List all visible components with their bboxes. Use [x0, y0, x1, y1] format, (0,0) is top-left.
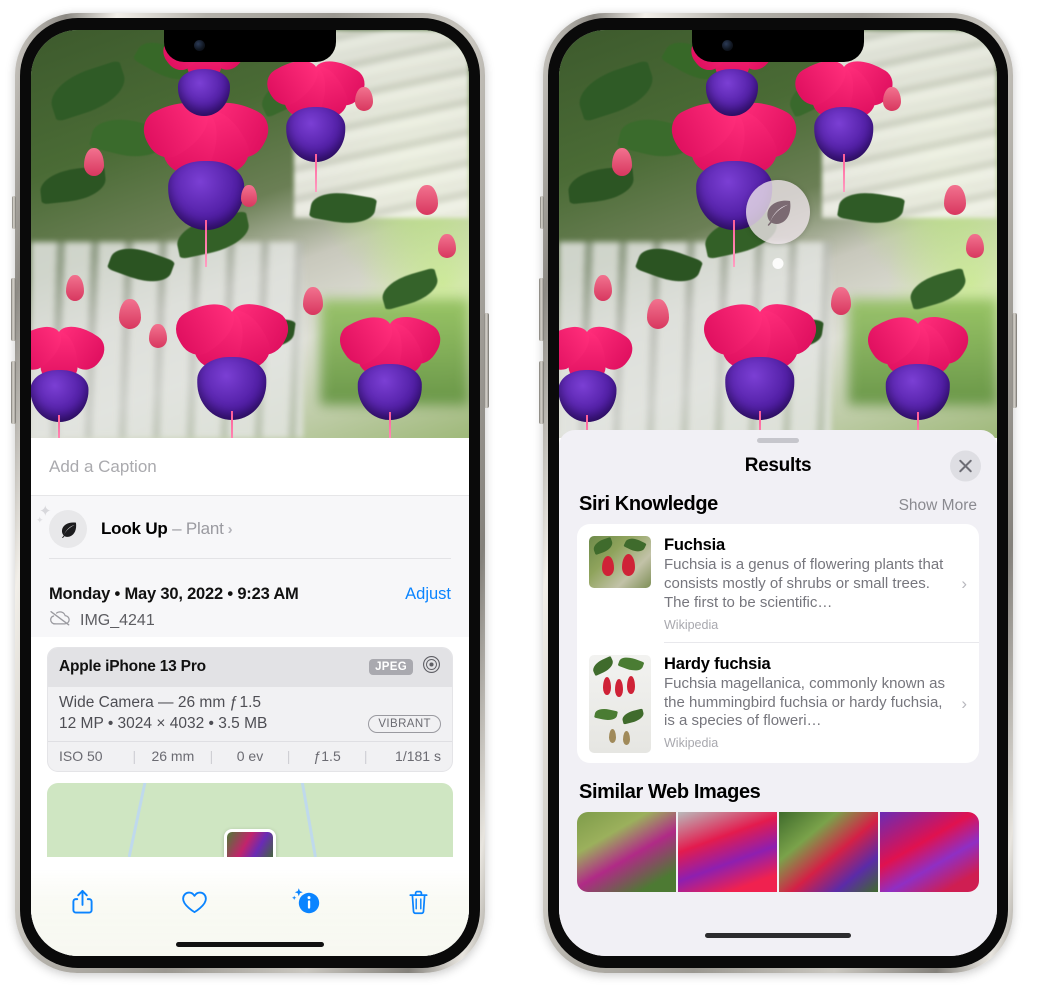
web-image-2[interactable] [678, 811, 777, 892]
share-button[interactable] [59, 882, 105, 922]
results-header: Results [559, 443, 997, 489]
power-button[interactable] [1012, 313, 1017, 408]
exif-shutter-speed: 1/181 s [395, 748, 441, 764]
results-title: Results [744, 455, 812, 476]
look-up-subject: Plant [185, 519, 224, 538]
photo-viewer[interactable] [559, 30, 997, 438]
siri-knowledge-header: Siri Knowledge Show More [559, 489, 997, 524]
photo-metadata: Monday • May 30, 2022 • 9:23 AM Adjust I… [31, 573, 469, 637]
web-image-1[interactable] [577, 811, 676, 892]
section-title: Siri Knowledge [579, 493, 718, 515]
pin-thumbnail [227, 832, 273, 857]
front-camera-icon [722, 40, 733, 51]
web-image-4[interactable] [880, 811, 979, 892]
photo-filename: IMG_4241 [80, 611, 155, 629]
notch [692, 30, 864, 62]
volume-down-button[interactable] [11, 361, 16, 424]
screenshot-canvas: Add a Caption ✦ ✦ Look Up – Plant › Mond… [0, 0, 1055, 985]
info-button[interactable] [283, 882, 329, 922]
look-up-band: ✦ ✦ Look Up – Plant › [31, 496, 469, 573]
delete-button[interactable] [395, 882, 441, 922]
chevron-right-icon: › [961, 693, 967, 713]
camera-lens-line: Wide Camera — 26 mm ƒ 1.5 [59, 694, 261, 711]
photo-date: Monday • May 30, 2022 • 9:23 AM [49, 585, 299, 603]
left-phone-screen: Add a Caption ✦ ✦ Look Up – Plant › Mond… [31, 30, 469, 956]
entity-description: Fuchsia magellanica, commonly known as t… [664, 674, 945, 730]
aperture-icon [422, 655, 441, 679]
camera-model: Apple iPhone 13 Pro [59, 658, 206, 675]
notch [164, 30, 336, 62]
caption-input-row[interactable]: Add a Caption [31, 438, 469, 496]
cloud-slash-icon [49, 610, 71, 631]
chevron-right-icon: › [227, 521, 233, 538]
web-image-3[interactable] [779, 811, 878, 892]
volume-up-button[interactable] [539, 278, 544, 341]
exif-row: ISO 50 | 26 mm | 0 ev | ƒ1.5 | 1/181 s [48, 741, 452, 771]
camera-specs-line: 12 MP • 3024 × 4032 • 3.5 MB [59, 715, 268, 732]
volume-up-button[interactable] [11, 278, 16, 341]
divider [49, 558, 451, 559]
leaf-icon [49, 510, 87, 548]
entity-source: Wikipedia [664, 617, 719, 632]
look-up-label: Look Up – Plant › [101, 519, 233, 539]
left-phone-device: Add a Caption ✦ ✦ Look Up – Plant › Mond… [11, 13, 489, 973]
photographic-style-badge: VIBRANT [368, 715, 441, 733]
similar-web-images-strip[interactable] [577, 811, 979, 892]
results-sheet: Results Siri Knowledge Show More Fuchsia… [559, 430, 997, 956]
map-river [127, 783, 148, 857]
hardy-fuchsia-thumbnail [589, 654, 651, 753]
entity-name: Hardy fuchsia [664, 654, 771, 673]
silent-switch[interactable] [12, 196, 16, 229]
exif-aperture: ƒ1.5 [313, 748, 341, 764]
location-map-strip[interactable] [47, 783, 453, 857]
show-more-button[interactable]: Show More [899, 497, 977, 515]
exif-focal-length: 26 mm [151, 748, 195, 764]
adjust-button[interactable]: Adjust [405, 585, 451, 604]
front-camera-icon [194, 40, 205, 51]
exif-exposure-bias: 0 ev [236, 748, 264, 764]
format-badge: JPEG [369, 659, 413, 675]
sparkle-small-icon: ✦ [36, 515, 44, 525]
visual-lookup-leaf-badge[interactable] [746, 180, 810, 244]
camera-card-header: Apple iPhone 13 Pro JPEG [48, 648, 452, 687]
look-up-icon-group: ✦ ✦ [36, 504, 87, 548]
section-title: Similar Web Images [579, 780, 761, 803]
look-up-row[interactable]: ✦ ✦ Look Up – Plant › [36, 504, 451, 552]
camera-info-card[interactable]: Apple iPhone 13 Pro JPEG Wide Camera — 2… [47, 647, 453, 772]
camera-card-body: Wide Camera — 26 mm ƒ 1.5 12 MP • 3024 ×… [48, 687, 452, 741]
entity-name: Fuchsia [664, 536, 725, 554]
list-item[interactable]: Hardy fuchsia Fuchsia magellanica, commo… [577, 643, 979, 763]
list-item[interactable]: Fuchsia Fuchsia is a genus of flowering … [577, 524, 979, 642]
left-phone-bezel: Add a Caption ✦ ✦ Look Up – Plant › Mond… [20, 18, 480, 968]
favorite-button[interactable] [171, 882, 217, 922]
right-phone-screen: Results Siri Knowledge Show More Fuchsia… [559, 30, 997, 956]
photo-pin[interactable] [224, 829, 276, 857]
power-button[interactable] [484, 313, 489, 408]
photo-viewer[interactable] [31, 30, 469, 438]
volume-down-button[interactable] [539, 361, 544, 424]
fuchsia-thumbnail [589, 536, 651, 588]
silent-switch[interactable] [540, 196, 544, 229]
exif-iso: ISO 50 [59, 748, 103, 764]
home-indicator[interactable] [176, 942, 324, 947]
siri-knowledge-card: Fuchsia Fuchsia is a genus of flowering … [577, 524, 979, 763]
entity-description: Fuchsia is a genus of flowering plants t… [664, 556, 944, 611]
leaf-icon [767, 200, 791, 226]
caption-placeholder: Add a Caption [49, 456, 157, 476]
look-up-title: Look Up [101, 519, 168, 538]
map-river-secondary [299, 783, 317, 857]
entity-source: Wikipedia [664, 736, 719, 751]
lookup-anchor-dot [772, 258, 784, 269]
chevron-right-icon: › [961, 573, 967, 593]
similar-web-images-header: Similar Web Images [559, 763, 997, 812]
home-indicator[interactable] [705, 933, 851, 938]
right-phone-device: Results Siri Knowledge Show More Fuchsia… [539, 13, 1017, 973]
close-icon[interactable] [950, 450, 981, 482]
look-up-separator: – [167, 519, 186, 538]
photo-info-sheet: Add a Caption ✦ ✦ Look Up – Plant › Mond… [31, 438, 469, 956]
right-phone-bezel: Results Siri Knowledge Show More Fuchsia… [548, 18, 1008, 968]
